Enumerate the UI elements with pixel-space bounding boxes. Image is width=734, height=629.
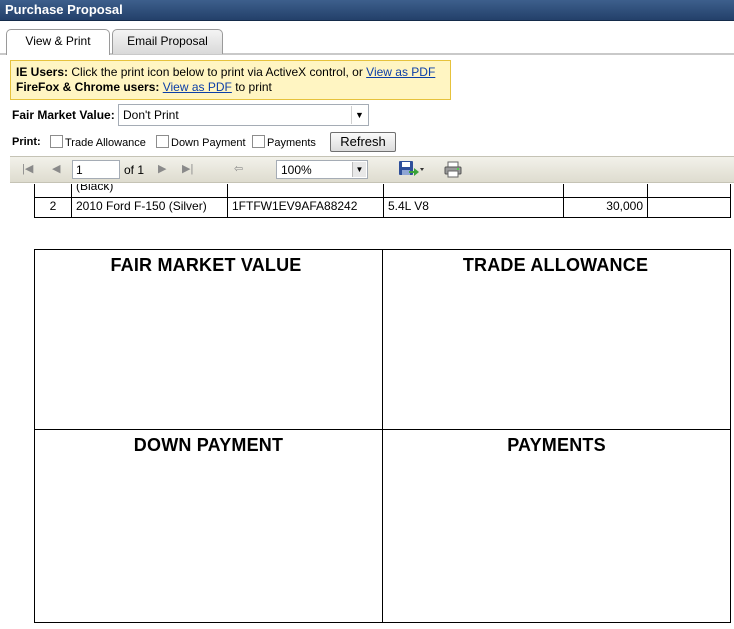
payments-checkbox[interactable]	[252, 135, 265, 148]
ie-view-pdf-link[interactable]: View as PDF	[366, 65, 435, 79]
refresh-button[interactable]: Refresh	[330, 132, 396, 152]
fmv-selected-value: Don't Print	[123, 108, 179, 122]
payments-box: PAYMENTS	[382, 429, 731, 623]
trade-allowance-checkbox[interactable]	[50, 135, 63, 148]
ff-notice-line: FireFox & Chrome users: View as PDF to p…	[16, 80, 445, 95]
report-viewer: (Black) 2 2010 Ford F-150 (Silver) 1FTFW…	[0, 184, 734, 629]
vehicle-price	[563, 184, 648, 198]
print-label: Print:	[12, 136, 41, 148]
page-count: of 1	[124, 163, 145, 177]
row-number: 2	[34, 197, 72, 218]
down-payment-heading: DOWN PAYMENT	[133, 435, 284, 455]
previous-page-icon[interactable]: ◀	[52, 162, 60, 175]
row-number	[34, 184, 72, 198]
window-title: Purchase Proposal	[5, 2, 123, 17]
trade-allowance-heading: TRADE ALLOWANCE	[462, 255, 649, 275]
payments-label: Payments	[267, 137, 316, 149]
printer-icon[interactable]	[444, 161, 462, 181]
tab-strip	[0, 22, 734, 55]
table-row: (Black)	[34, 184, 731, 198]
page-number-input[interactable]: 1	[72, 160, 120, 179]
zoom-value: 100%	[281, 163, 312, 177]
zoom-select[interactable]: 100% ▼	[276, 160, 368, 179]
payments-heading: PAYMENTS	[507, 435, 606, 455]
vehicle-engine	[383, 184, 564, 198]
table-row: 2 2010 Ford F-150 (Silver) 1FTFW1EV9AFA8…	[34, 197, 731, 218]
print-notice: IE Users: Click the print icon below to …	[10, 60, 451, 100]
chevron-down-icon[interactable]: ▼	[352, 162, 366, 177]
down-payment-label: Down Payment	[171, 137, 246, 149]
tab-divider	[0, 53, 734, 55]
ff-view-pdf-link[interactable]: View as PDF	[163, 80, 232, 94]
tab-email-proposal[interactable]: Email Proposal	[112, 29, 223, 54]
vehicle-vin	[227, 184, 384, 198]
vehicle-extra	[647, 197, 731, 218]
last-page-icon[interactable]: ▶|	[182, 162, 193, 175]
report-toolbar: |◀ ◀ 1 of 1 ▶ ▶| ⇦ 100% ▼	[10, 156, 734, 183]
down-payment-box: DOWN PAYMENT	[34, 429, 383, 623]
vehicle-vin: 1FTFW1EV9AFA88242	[227, 197, 384, 218]
vehicle-description: 2010 Ford F-150 (Silver)	[71, 197, 228, 218]
ie-notice-line: IE Users: Click the print icon below to …	[16, 65, 445, 80]
next-page-icon[interactable]: ▶	[158, 162, 166, 175]
fair-market-value-box: FAIR MARKET VALUE	[34, 249, 383, 430]
ff-notice-text: to print	[231, 80, 272, 94]
ie-users-label: IE Users:	[16, 65, 69, 79]
vehicle-table: (Black) 2 2010 Ford F-150 (Silver) 1FTFW…	[34, 184, 731, 218]
window-titlebar: Purchase Proposal	[0, 0, 734, 21]
trade-allowance-box: TRADE ALLOWANCE	[382, 249, 731, 430]
fmv-label: Fair Market Value:	[12, 108, 115, 122]
signature-grid: FAIR MARKET VALUE TRADE ALLOWANCE DOWN P…	[34, 249, 732, 623]
vehicle-price: 30,000	[563, 197, 648, 218]
fmv-select[interactable]: Don't Print ▼	[118, 104, 369, 126]
vehicle-extra	[647, 184, 731, 198]
first-page-icon[interactable]: |◀	[22, 162, 33, 175]
down-payment-checkbox[interactable]	[156, 135, 169, 148]
tab-view-print[interactable]: View & Print	[6, 29, 110, 55]
fair-market-value-heading: FAIR MARKET VALUE	[110, 255, 302, 275]
export-icon[interactable]	[398, 160, 424, 181]
chevron-down-icon[interactable]: ▼	[351, 106, 367, 124]
trade-allowance-label: Trade Allowance	[65, 137, 146, 149]
ie-notice-text: Click the print icon below to print via …	[68, 65, 367, 79]
vehicle-engine: 5.4L V8	[383, 197, 564, 218]
vehicle-description: (Black)	[71, 184, 228, 198]
back-icon[interactable]: ⇦	[234, 162, 243, 175]
ff-users-label: FireFox & Chrome users:	[16, 80, 160, 94]
